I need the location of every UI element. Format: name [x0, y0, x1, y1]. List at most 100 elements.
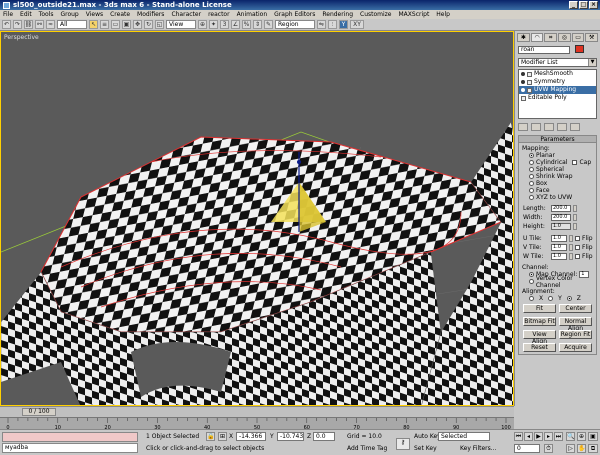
add-time-tag[interactable]: Add Time Tag [347, 445, 387, 452]
menu-character[interactable]: Character [171, 11, 201, 18]
region-fit-button[interactable]: Region Fit [559, 330, 592, 339]
flip-v-checkbox[interactable] [575, 245, 580, 250]
menu-customize[interactable]: Customize [360, 11, 392, 18]
mirror-icon[interactable]: ⇋ [317, 20, 326, 29]
rotate-icon[interactable]: ↻ [144, 20, 153, 29]
spinner-snap-icon[interactable]: ⇕ [253, 20, 262, 29]
bulb-icon[interactable] [521, 88, 525, 92]
go-to-end-icon[interactable]: ⏭ [554, 432, 563, 441]
radio-icon[interactable] [529, 272, 534, 277]
spinner-icon[interactable] [573, 223, 577, 230]
menu-rendering[interactable]: Rendering [322, 11, 353, 18]
maxscript-listener-pink[interactable] [2, 432, 138, 442]
wtile-input[interactable]: 1.0 [551, 253, 567, 260]
vtile-input[interactable]: 1.0 [551, 244, 567, 251]
rollout-title[interactable]: Parameters [519, 136, 596, 143]
named-selection-icon[interactable]: ✎ [264, 20, 273, 29]
mapping-option-spherical[interactable]: Spherical [519, 166, 596, 173]
show-end-result-icon[interactable] [531, 123, 541, 131]
radio-icon[interactable] [529, 153, 534, 158]
spinner-icon[interactable] [569, 244, 573, 251]
reference-coord-dropdown[interactable]: View [166, 20, 196, 29]
menu-reactor[interactable]: reactor [208, 11, 230, 18]
maximize-viewport-icon[interactable]: ⧉ [588, 444, 598, 453]
time-config-icon[interactable]: ⏱ [544, 444, 553, 453]
bitmap-fit-button[interactable]: Bitmap Fit [523, 317, 556, 326]
window-crossing-icon[interactable]: ▣ [122, 20, 131, 29]
radio-icon[interactable] [548, 296, 554, 301]
align-icon[interactable]: ⫶ [328, 20, 337, 29]
axis-y-button[interactable]: Y [339, 20, 348, 29]
menu-create[interactable]: Create [110, 11, 130, 18]
viewport-label[interactable]: Perspective [4, 34, 39, 41]
undo-icon[interactable]: ↶ [2, 20, 11, 29]
perspective-viewport[interactable]: Perspective [0, 31, 514, 406]
axis-xy-button[interactable]: XY [350, 20, 364, 29]
previous-frame-icon[interactable]: ◂ [524, 432, 533, 441]
region-select-icon[interactable]: ▭ [111, 20, 120, 29]
radio-icon[interactable] [529, 181, 534, 186]
height-input[interactable]: 1.0 [551, 223, 571, 230]
selection-filter-dropdown[interactable]: All [57, 20, 87, 29]
snap-icon[interactable]: 3 [220, 20, 229, 29]
absolute-mode-icon[interactable]: ⊞ [218, 432, 227, 441]
next-frame-icon[interactable]: ▸ [544, 432, 553, 441]
menu-modifiers[interactable]: Modifiers [137, 11, 164, 18]
bulb-icon[interactable] [521, 72, 525, 76]
object-name-field[interactable]: roan [518, 46, 570, 54]
maximize-icon[interactable]: □ [579, 1, 588, 9]
hierarchy-tab-icon[interactable]: ⌗ [544, 33, 558, 42]
fit-button[interactable]: Fit [523, 304, 556, 313]
key-icon[interactable]: ⚷ [396, 438, 410, 450]
length-input[interactable]: 200.0 [551, 205, 571, 212]
menu-help[interactable]: Help [436, 11, 450, 18]
make-unique-icon[interactable] [544, 123, 554, 131]
menu-tools[interactable]: Tools [39, 11, 54, 18]
radio-icon[interactable] [529, 167, 534, 172]
mapping-option-face[interactable]: Face [519, 187, 596, 194]
spinner-icon[interactable] [573, 214, 577, 221]
radio-icon[interactable] [529, 195, 534, 200]
car-fender-mesh[interactable] [421, 121, 514, 406]
menu-group[interactable]: Group [60, 11, 78, 18]
pan-icon[interactable]: ✋ [577, 444, 586, 453]
auto-key-button[interactable]: Auto Key [414, 433, 441, 440]
radio-icon[interactable] [529, 188, 534, 193]
redo-icon[interactable]: ↷ [13, 20, 22, 29]
modify-tab-icon[interactable]: ◠ [530, 33, 544, 42]
spinner-icon[interactable] [569, 235, 573, 242]
close-icon[interactable]: × [589, 1, 598, 9]
view-align-button[interactable]: View Align [523, 330, 556, 345]
create-tab-icon[interactable]: ✱ [517, 33, 530, 42]
stack-item-symmetry[interactable]: Symmetry [519, 78, 596, 86]
y-coordinate-field[interactable]: -10.743 [277, 432, 304, 441]
field-of-view-icon[interactable]: ▷ [566, 444, 575, 453]
track-bar[interactable]: 0 10 20 30 40 50 60 70 80 90 100 [0, 417, 514, 431]
key-mode-dropdown[interactable]: Selected [438, 432, 490, 441]
zoom-all-icon[interactable]: ⊕ [577, 432, 586, 441]
mapping-option-box[interactable]: Box [519, 180, 596, 187]
menu-edit[interactable]: Edit [20, 11, 32, 18]
zoom-icon[interactable]: 🔍 [566, 432, 575, 441]
zoom-extents-icon[interactable]: ▣ [588, 432, 598, 441]
menu-animation[interactable]: Animation [237, 11, 268, 18]
menu-file[interactable]: File [3, 11, 13, 18]
pin-stack-icon[interactable] [518, 123, 528, 131]
mapping-option-xyz-to-uvw[interactable]: XYZ to UVW [519, 194, 596, 201]
mapping-option-planar[interactable]: Planar [519, 152, 596, 159]
go-to-start-icon[interactable]: ⏮ [514, 432, 523, 441]
spinner-icon[interactable] [569, 253, 573, 260]
percent-snap-icon[interactable]: % [242, 20, 251, 29]
radio-icon[interactable] [566, 296, 572, 301]
manipulate-icon[interactable]: ✦ [209, 20, 218, 29]
vertex-color-option[interactable]: Vertex Color Channel [519, 275, 596, 289]
unlink-icon[interactable]: ⚯ [35, 20, 44, 29]
utile-input[interactable]: 1.0 [551, 235, 567, 242]
utilities-tab-icon[interactable]: ⚒ [585, 33, 599, 42]
current-frame-field[interactable]: 0 [514, 444, 540, 453]
normal-align-button[interactable]: Normal Align [559, 317, 592, 332]
bulb-icon[interactable] [521, 80, 525, 84]
acquire-button[interactable]: Acquire [559, 343, 592, 352]
pivot-center-icon[interactable]: ⊕ [198, 20, 207, 29]
mapping-option-shrink-wrap[interactable]: Shrink Wrap [519, 173, 596, 180]
